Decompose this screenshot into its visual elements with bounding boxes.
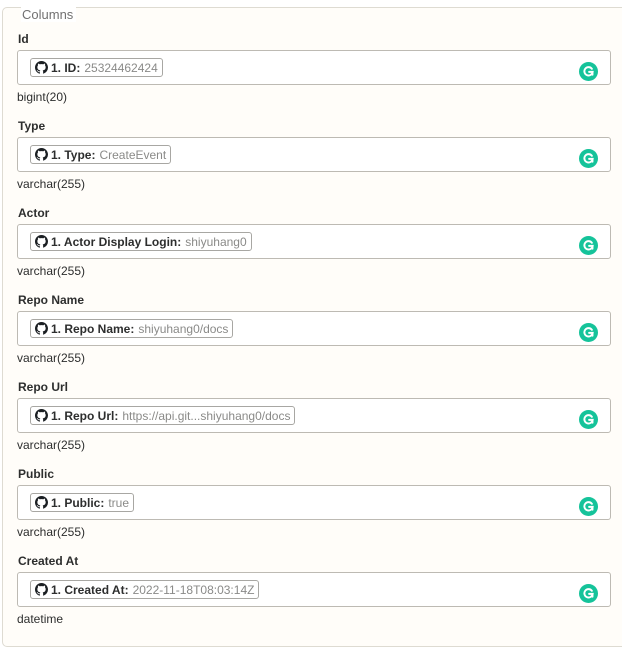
column-label: Actor: [18, 206, 50, 220]
field-pill[interactable]: 1. Actor Display Login: shiyuhang0: [30, 232, 252, 251]
column-input-public[interactable]: 1. Public: true: [17, 485, 611, 520]
column-input-actor[interactable]: 1. Actor Display Login: shiyuhang0: [17, 224, 611, 259]
github-icon: [35, 322, 48, 335]
pill-field-name: 1. Repo Name:: [51, 321, 135, 336]
github-icon: [35, 496, 48, 509]
field-pill[interactable]: 1. Created At: 2022-11-18T08:03:14Z: [30, 580, 260, 599]
pill-field-value: 25324462424: [84, 60, 158, 75]
github-icon: [35, 148, 48, 161]
field-pill[interactable]: 1. Public: true: [30, 493, 135, 512]
pill-field-name: 1. Repo Url:: [51, 408, 119, 423]
pill-field-value: 2022-11-18T08:03:14Z: [132, 582, 255, 597]
pill-field-value: shiyuhang0/docs: [138, 321, 229, 336]
github-icon: [35, 61, 48, 74]
column-label: Type: [18, 119, 46, 133]
column-type: varchar(255): [17, 525, 86, 539]
github-icon: [35, 583, 48, 596]
column-label: Id: [18, 32, 29, 46]
column-input-created-at[interactable]: 1. Created At: 2022-11-18T08:03:14Z: [17, 572, 611, 607]
grammarly-icon[interactable]: [579, 497, 598, 516]
grammarly-icon[interactable]: [579, 62, 598, 81]
column-input-id[interactable]: 1. ID: 25324462424: [17, 50, 611, 85]
pill-field-name: 1. Actor Display Login:: [51, 234, 182, 249]
github-icon: [35, 235, 48, 248]
column-type: varchar(255): [17, 177, 86, 191]
field-pill[interactable]: 1. Repo Url: https://api.git...shiyuhang…: [30, 406, 296, 425]
column-label: Repo Url: [18, 380, 69, 394]
field-pill[interactable]: 1. Repo Name: shiyuhang0/docs: [30, 319, 234, 338]
field-pill[interactable]: 1. Type: CreateEvent: [30, 145, 172, 164]
grammarly-icon[interactable]: [579, 149, 598, 168]
column-type: varchar(255): [17, 438, 86, 452]
column-label: Public: [18, 467, 55, 481]
field-pill[interactable]: 1. ID: 25324462424: [30, 58, 163, 77]
column-type: varchar(255): [17, 351, 86, 365]
grammarly-icon[interactable]: [579, 584, 598, 603]
pill-field-value: CreateEvent: [99, 147, 167, 162]
column-type: bigint(20): [17, 90, 68, 104]
github-icon: [35, 409, 48, 422]
column-input-repo-url[interactable]: 1. Repo Url: https://api.git...shiyuhang…: [17, 398, 611, 433]
pill-field-name: 1. Created At:: [51, 582, 129, 597]
grammarly-icon[interactable]: [579, 410, 598, 429]
pill-field-value: https://api.git...shiyuhang0/docs: [122, 408, 291, 423]
pill-field-name: 1. Public:: [51, 495, 105, 510]
column-type: varchar(255): [17, 264, 86, 278]
pill-field-name: 1. ID:: [51, 60, 81, 75]
pill-field-value: shiyuhang0: [185, 234, 247, 249]
grammarly-icon[interactable]: [579, 236, 598, 255]
column-label: Created At: [18, 554, 79, 568]
columns-legend: Columns: [21, 7, 77, 22]
column-input-repo-name[interactable]: 1. Repo Name: shiyuhang0/docs: [17, 311, 611, 346]
column-type: datetime: [17, 612, 64, 626]
pill-field-name: 1. Type:: [51, 147, 96, 162]
grammarly-icon[interactable]: [579, 323, 598, 342]
column-label: Repo Name: [18, 293, 85, 307]
column-input-type[interactable]: 1. Type: CreateEvent: [17, 137, 611, 172]
pill-field-value: true: [108, 495, 130, 510]
